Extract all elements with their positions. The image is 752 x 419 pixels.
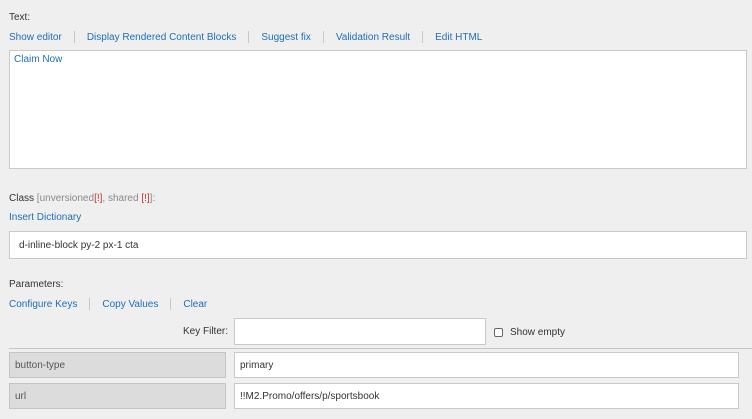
- display-rendered-content-blocks-link[interactable]: Display Rendered Content Blocks: [87, 32, 237, 43]
- class-input[interactable]: d-inline-block py-2 px-1 cta: [9, 231, 747, 259]
- suggest-fix-link[interactable]: Suggest fix: [261, 32, 310, 43]
- param-key-url: url: [9, 383, 226, 409]
- clear-link[interactable]: Clear: [183, 299, 207, 310]
- parameters-actions-bar: Configure Keys Copy Values Clear: [9, 297, 207, 311]
- unversioned-text: [unversioned: [36, 193, 95, 204]
- shared-text: , shared: [102, 193, 139, 204]
- class-input-value: d-inline-block py-2 px-1 cta: [19, 239, 139, 251]
- param-key-text: button-type: [15, 359, 66, 371]
- param-key-text: url: [15, 390, 27, 402]
- validation-result-link[interactable]: Validation Result: [336, 32, 410, 43]
- text-content-area[interactable]: Claim Now: [9, 50, 747, 169]
- class-label: Class [unversioned[!], shared [!]]:: [9, 193, 155, 204]
- separator: [73, 31, 75, 43]
- separator: [422, 31, 424, 43]
- show-empty-label: Show empty: [510, 327, 566, 338]
- insert-dictionary-link[interactable]: Insert Dictionary: [9, 212, 81, 223]
- separator: [89, 298, 91, 310]
- configure-keys-link[interactable]: Configure Keys: [9, 299, 77, 310]
- show-empty-checkbox[interactable]: [494, 328, 503, 337]
- param-value-text: !!M2.Promo/offers/p/sportsbook: [240, 390, 380, 402]
- show-editor-link[interactable]: Show editor: [9, 32, 62, 43]
- separator: [170, 298, 172, 310]
- text-content-value: Claim Now: [14, 54, 63, 65]
- edit-html-link[interactable]: Edit HTML: [435, 32, 482, 43]
- parameters-label: Parameters:: [9, 279, 64, 290]
- param-key-button-type: button-type: [9, 352, 226, 378]
- separator: [322, 31, 324, 43]
- param-value-text: primary: [240, 359, 274, 371]
- class-label-suffix: ]:: [149, 193, 156, 204]
- key-filter-label: Key Filter:: [183, 326, 229, 337]
- parameters-divider: [9, 348, 752, 349]
- text-actions-bar: Show editor Display Rendered Content Blo…: [9, 30, 482, 44]
- shared-flag[interactable]: [!]: [141, 193, 149, 204]
- copy-values-link[interactable]: Copy Values: [102, 299, 158, 310]
- show-empty-option[interactable]: Show empty: [494, 327, 565, 338]
- param-value-url[interactable]: !!M2.Promo/offers/p/sportsbook: [234, 383, 739, 409]
- key-filter-input[interactable]: [234, 318, 486, 345]
- separator: [248, 31, 250, 43]
- text-label: Text:: [9, 12, 31, 23]
- class-label-prefix: Class: [9, 193, 35, 204]
- param-value-button-type[interactable]: primary: [234, 352, 739, 378]
